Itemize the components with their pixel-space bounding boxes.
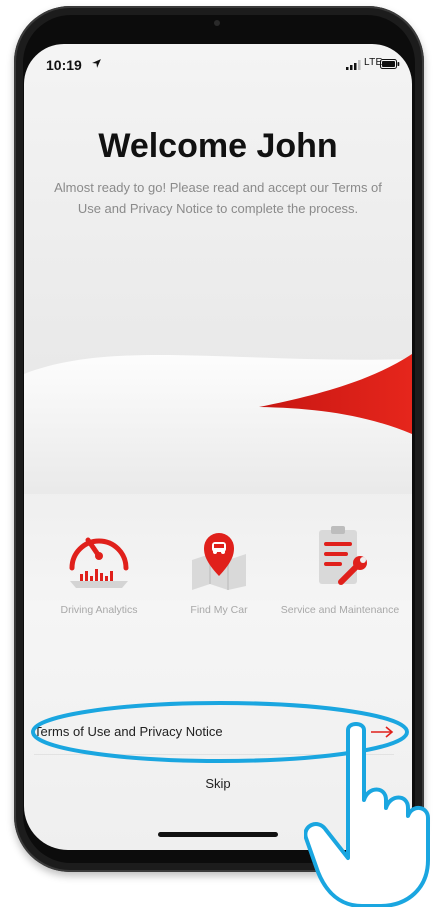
- clipboard-wrench-icon: [319, 526, 367, 585]
- status-bar: 10:19 LTE: [24, 44, 412, 82]
- welcome-message: Almost ready to go! Please read and acce…: [54, 180, 382, 216]
- welcome-title: Welcome John: [98, 127, 338, 165]
- location-arrow-icon: [92, 59, 101, 68]
- feature-find-my-car: Find My Car: [159, 524, 279, 619]
- feature-label: Find My Car: [190, 604, 248, 616]
- phone-speaker: [214, 20, 220, 26]
- home-indicator: [158, 832, 278, 837]
- speedometer-icon: [69, 537, 129, 588]
- feature-label: Driving Analytics: [60, 604, 138, 616]
- map-pin-car-icon: [192, 533, 246, 590]
- status-time: 10:19: [46, 57, 82, 73]
- feature-service-maintenance: Service and Maintenance: [280, 524, 400, 619]
- pointing-hand-icon: [304, 722, 430, 907]
- feature-driving-analytics: Driving Analytics: [39, 524, 159, 619]
- feature-label: Service and Maintenance: [280, 604, 400, 616]
- signal-icon: [346, 60, 361, 70]
- decorative-swoosh: [24, 354, 412, 494]
- battery-icon: [380, 59, 400, 69]
